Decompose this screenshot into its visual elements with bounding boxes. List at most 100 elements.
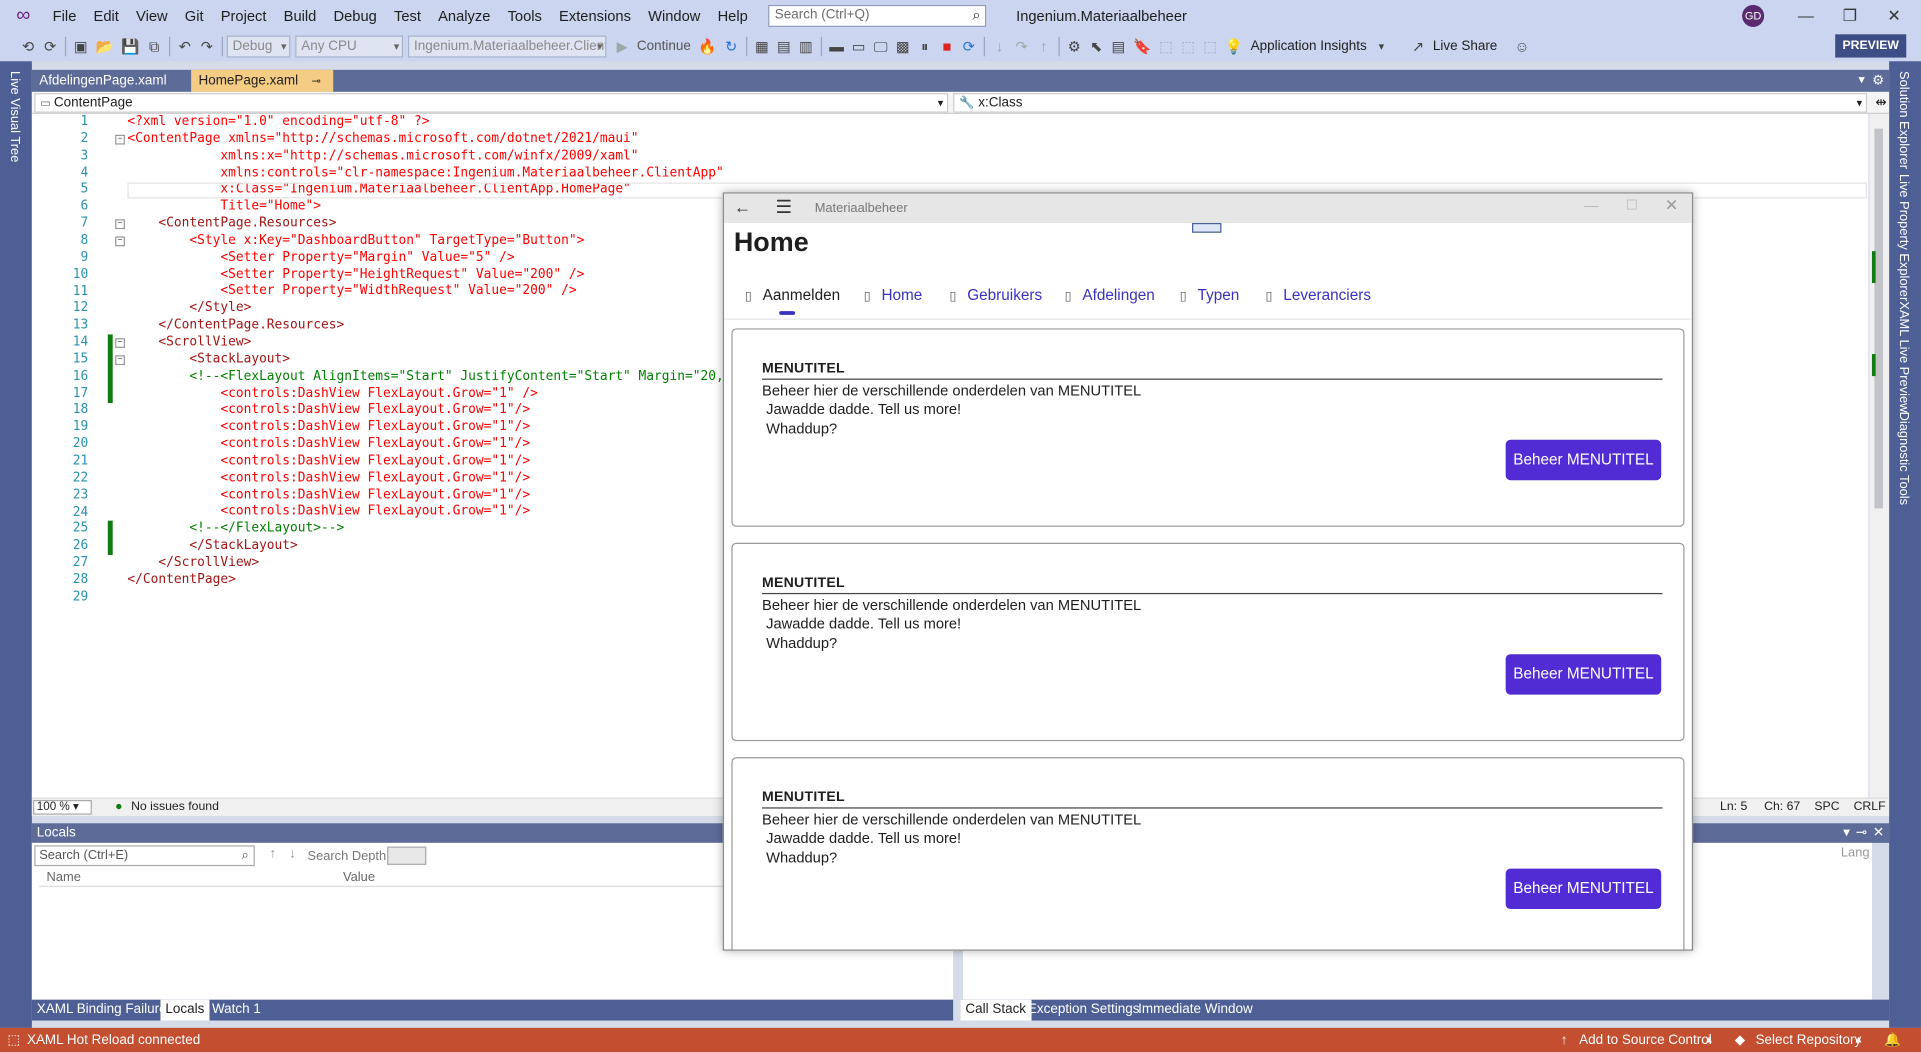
terminal-icon[interactable]: ▬ — [826, 34, 848, 59]
code-line[interactable]: <Setter Property="Margin" Value="5" /> — [127, 250, 731, 267]
locals-search-input[interactable]: Search (Ctrl+E) ⌕ — [34, 845, 255, 867]
beheer-button[interactable]: Beheer MENUTITEL — [1505, 868, 1662, 910]
pin-icon[interactable]: ⊸ — [1856, 823, 1867, 843]
zoom-select[interactable]: 100 % ▾ — [33, 799, 92, 815]
col-lang[interactable]: Lang — [1841, 845, 1870, 860]
code-line[interactable]: <ScrollView> — [127, 334, 731, 351]
restart-icon[interactable]: ↻ — [720, 34, 742, 59]
app-tab-afdelingen[interactable]: ▯ Afdelingen — [1065, 287, 1155, 304]
menu-window[interactable]: Window — [640, 0, 709, 32]
member-scope-select[interactable]: 🔧 x:Class ▾ — [953, 93, 1868, 113]
search-up-icon[interactable]: ↑ — [270, 847, 277, 862]
app-tab-typen[interactable]: ▯ Typen — [1180, 287, 1240, 304]
forward-icon[interactable]: ⟳ — [39, 34, 61, 59]
fold-toggle-icon[interactable]: − — [115, 236, 125, 247]
tab-call-stack[interactable]: Call Stack — [960, 999, 1031, 1021]
code-line[interactable]: </Style> — [127, 300, 731, 317]
search-down-icon[interactable]: ↓ — [289, 847, 296, 862]
menu-view[interactable]: View — [127, 0, 176, 32]
window-icon[interactable]: ▭ — [848, 34, 870, 59]
menu-file[interactable]: File — [44, 0, 85, 32]
menu-debug[interactable]: Debug — [325, 0, 385, 32]
grid-icon[interactable]: ▩ — [892, 34, 914, 59]
app-minimize-icon[interactable]: — — [1584, 197, 1599, 214]
line-ending-indicator[interactable]: CRLF — [1854, 799, 1886, 816]
bookmark-clear-icon[interactable]: ⬚ — [1199, 34, 1221, 59]
feedback-icon[interactable]: ☺ — [1511, 34, 1533, 59]
code-line[interactable]: <!--</FlexLayout>--> — [127, 521, 731, 538]
settings-icon[interactable]: ⚙ — [1872, 70, 1884, 92]
code-line[interactable]: <ContentPage xmlns="http://schemas.micro… — [127, 131, 731, 148]
code-line[interactable]: <StackLayout> — [127, 351, 731, 368]
notifications-icon[interactable]: 🔔 — [1884, 1028, 1901, 1052]
code-line[interactable]: <controls:DashView FlexLayout.Grow="1"/> — [127, 453, 731, 470]
app-tab-aanmelden[interactable]: ▯ Aanmelden — [745, 287, 840, 304]
col-name[interactable]: Name — [47, 870, 81, 885]
code-line[interactable]: <controls:DashView FlexLayout.Grow="1"/> — [127, 504, 731, 521]
code-line[interactable]: </StackLayout> — [127, 538, 731, 555]
menu-project[interactable]: Project — [212, 0, 275, 32]
col-value[interactable]: Value — [343, 870, 375, 885]
beheer-button[interactable]: Beheer MENUTITEL — [1505, 654, 1662, 695]
code-line[interactable]: <Setter Property="WidthRequest" Value="2… — [127, 284, 731, 301]
menu-test[interactable]: Test — [385, 0, 429, 32]
startup-project-select[interactable]: Ingenium.Materiaalbeheer.ClientAp — [407, 35, 607, 58]
type-scope-select[interactable]: ▭ ContentPage ▾ — [34, 93, 949, 113]
code-line[interactable] — [127, 589, 731, 606]
diagnostics-icon[interactable]: ⚙ — [1063, 34, 1085, 59]
menu-edit[interactable]: Edit — [85, 0, 127, 32]
play-icon[interactable]: ▶ — [611, 34, 633, 59]
tab-watch-1[interactable]: Watch 1 — [207, 1000, 266, 1021]
whitespace-indicator[interactable]: SPC — [1814, 799, 1839, 816]
preview-button[interactable]: PREVIEW — [1835, 34, 1907, 58]
open-icon[interactable]: 📂 — [92, 34, 118, 59]
continue-button[interactable]: Continue — [633, 34, 694, 59]
split-icon[interactable]: ⇹ — [1875, 92, 1886, 114]
live-share-button[interactable]: Live Share — [1429, 34, 1501, 59]
config-select[interactable]: Debug — [226, 35, 291, 58]
global-search-input[interactable]: Search (Ctrl+Q) ⌕ — [768, 4, 987, 27]
search-depth-select[interactable] — [387, 846, 427, 865]
browser-icon[interactable]: ▦ — [751, 34, 773, 59]
layout-icon[interactable]: ▤ — [773, 34, 795, 59]
hot-reload-icon[interactable]: 🔥 — [695, 34, 721, 59]
back-icon[interactable]: ⟲ — [17, 34, 39, 59]
redo-icon[interactable]: ↷ — [196, 34, 218, 59]
menu-help[interactable]: Help — [709, 0, 756, 32]
tab-overflow-icon[interactable]: ▾ — [1858, 70, 1864, 92]
close-panel-icon[interactable]: ✕ — [1873, 823, 1884, 843]
menu-git[interactable]: Git — [176, 0, 212, 32]
code-line[interactable]: <controls:DashView FlexLayout.Grow="1"/> — [127, 487, 731, 504]
application-insights-button[interactable]: Application Insights — [1247, 34, 1370, 59]
close-icon[interactable]: ✕ — [1870, 0, 1919, 32]
hot-reload-status[interactable]: XAML Hot Reload connected — [27, 1028, 200, 1052]
live-property-explorer-tab[interactable]: Live Property Explorer — [1896, 174, 1911, 301]
code-line[interactable]: <controls:DashView FlexLayout.Grow="1"/> — [127, 419, 731, 436]
add-to-source-control-button[interactable]: Add to Source Control — [1579, 1028, 1712, 1052]
device-icon[interactable]: ▥ — [795, 34, 817, 59]
code-line[interactable]: <controls:DashView FlexLayout.Grow="1"/> — [127, 436, 731, 453]
code-line[interactable]: <ContentPage.Resources> — [127, 216, 731, 233]
new-project-icon[interactable]: ▣ — [70, 34, 92, 59]
editor-scrollbar[interactable] — [1869, 113, 1890, 798]
code-line[interactable]: </ContentPage> — [127, 572, 731, 589]
back-arrow-icon[interactable]: ← — [734, 197, 751, 217]
tab-immediate-window[interactable]: Immediate Window — [1133, 1000, 1257, 1021]
code-line[interactable]: <?xml version="1.0" encoding="utf-8" ?> — [127, 114, 731, 131]
code-line[interactable]: </ContentPage.Resources> — [127, 317, 731, 334]
tab-locals[interactable]: Locals — [160, 999, 210, 1021]
live-visual-tree-tab[interactable]: Live Visual Tree — [7, 71, 22, 162]
issues-status[interactable]: No issues found — [131, 799, 219, 816]
code-line[interactable]: <controls:DashView FlexLayout.Grow="1" /… — [127, 385, 731, 402]
monitor-icon[interactable]: 🖵 — [870, 34, 892, 59]
menu-tools[interactable]: Tools — [499, 0, 550, 32]
bookmark-icon[interactable]: 🔖 — [1129, 34, 1155, 59]
app-close-icon[interactable]: ✕ — [1665, 196, 1678, 216]
bookmark-prev-icon[interactable]: ⬚ — [1155, 34, 1177, 59]
diagnostic-tools-tab[interactable]: Diagnostic Tools — [1896, 412, 1911, 505]
app-tab-home[interactable]: ▯ Home — [864, 287, 923, 304]
code-line[interactable]: <controls:DashView FlexLayout.Grow="1"/> — [127, 470, 731, 487]
code-line[interactable]: xmlns:controls="clr-namespace:Ingenium.M… — [127, 165, 731, 182]
panel-menu-icon[interactable]: ▾ — [1843, 823, 1850, 843]
code-line[interactable]: </ScrollView> — [127, 555, 731, 572]
